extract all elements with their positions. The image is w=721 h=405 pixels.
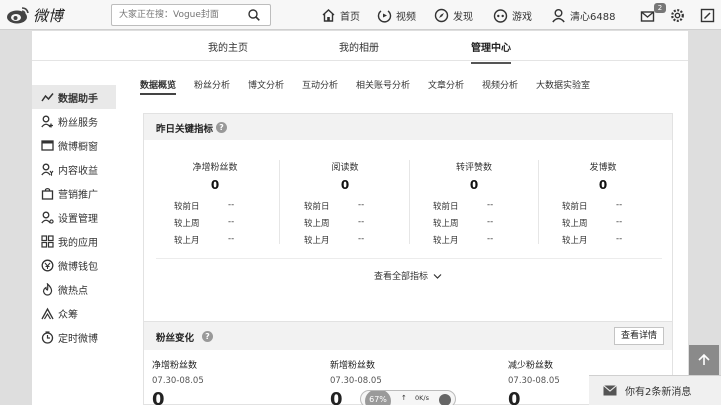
speed-rate: 0K/s [415, 394, 429, 402]
profile-subnav: 我的主页 我的相册 管理中心 [32, 31, 688, 64]
card-title: 粉丝变化 [156, 333, 195, 344]
hot-icon [42, 282, 53, 296]
search-box [111, 4, 271, 26]
tab-post-analysis[interactable]: 博文分析 [248, 78, 284, 91]
metric-engagements: 转评赞数 0 较前日 -- 较上周 -- 较上月 -- [433, 163, 494, 246]
home-icon [322, 8, 335, 22]
yesterday-metrics-card: 昨日关键指标 ? 净增粉丝数 0 较前日 -- 较上周 -- 较上月 -- 阅读数 0… [143, 113, 673, 349]
subnav-my-home[interactable]: 我的主页 [208, 39, 248, 54]
search-input[interactable] [112, 5, 242, 25]
tab-big-data-lab[interactable]: 大数据实验室 [536, 78, 590, 91]
upload-arrow: ↑ [401, 394, 407, 402]
window-icon [41, 139, 54, 151]
clock-icon [41, 330, 54, 344]
divider [156, 258, 662, 259]
weibo-logo[interactable]: 微博 [6, 4, 63, 26]
compose-icon [700, 8, 715, 22]
crowd-icon [41, 307, 54, 319]
user-icon [552, 8, 565, 22]
top-navigation-bar: 微博 首页 视频 发现 游戏 清心6488 2 [0, 0, 721, 30]
accelerate-ball-icon [439, 394, 451, 405]
metric-reads: 阅读数 0 较前日 -- 较上周 -- 较上月 -- [304, 163, 365, 246]
tab-article-analysis[interactable]: 文章分析 [428, 78, 464, 91]
video-icon [377, 9, 392, 22]
nav-discover[interactable]: 发现 [434, 6, 473, 24]
new-message-notification[interactable]: 你有2条新消息 [589, 375, 721, 405]
nav-compose[interactable] [700, 6, 715, 24]
view-details-button[interactable]: 查看详情 [614, 327, 664, 345]
tab-interaction-analysis[interactable]: 互动分析 [302, 78, 338, 91]
network-speed-widget[interactable]: 67% ↑ 0K/s [360, 390, 456, 405]
weibo-logo-icon [7, 7, 29, 24]
search-icon[interactable] [248, 9, 260, 21]
card-title: 昨日关键指标 [156, 124, 214, 135]
game-icon [493, 8, 508, 23]
compass-icon [434, 8, 449, 22]
wallet-icon [41, 259, 54, 271]
management-sidebar: 数据助手 粉丝服务 微博橱窗 内容收益 营销推广 设置管理 我的应用 微博钱包 … [32, 69, 116, 369]
tab-fan-analysis[interactable]: 粉丝分析 [194, 78, 230, 91]
see-all-metrics-link[interactable]: 查看全部指标 [144, 269, 672, 282]
subnav-management-center[interactable]: 管理中心 [471, 39, 511, 64]
fan-lost-column: 减少粉丝数 07.30-08.05 0 [508, 361, 560, 405]
nav-video[interactable]: 视频 [377, 6, 416, 24]
analysis-tabs: 数据概览 粉丝分析 博文分析 互动分析 相关账号分析 文章分析 视频分析 大数据… [125, 69, 688, 97]
envelope-icon [603, 385, 617, 396]
nav-home[interactable]: 首页 [321, 6, 360, 24]
sidebar-item-weibo-showcase[interactable]: 微博橱窗 [32, 133, 116, 157]
nav-messages[interactable] [640, 6, 655, 24]
sidebar-item-marketing[interactable]: 营销推广 [32, 181, 116, 205]
subnav-my-album[interactable]: 我的相册 [339, 39, 379, 54]
card-header: 粉丝变化 ? 查看详情 [144, 322, 672, 350]
metric-posts: 发博数 0 较前日 -- 较上周 -- 较上月 -- [562, 163, 623, 246]
gear-icon [671, 8, 684, 22]
envelope-icon [640, 10, 655, 22]
memory-percent: 67% [365, 391, 391, 405]
back-to-top-button[interactable] [689, 345, 719, 375]
sidebar-item-my-apps[interactable]: 我的应用 [32, 229, 116, 253]
sidebar-item-scheduled-weibo[interactable]: 定时微博 [32, 325, 116, 349]
sidebar-item-crowdfunding[interactable]: 众筹 [32, 301, 116, 325]
grid-icon [41, 234, 54, 248]
tab-data-overview[interactable]: 数据概览 [140, 78, 177, 95]
help-icon[interactable]: ? [216, 122, 227, 133]
sidebar-item-content-revenue[interactable]: 内容收益 [32, 157, 116, 181]
trend-icon [41, 92, 54, 101]
tab-video-analysis[interactable]: 视频分析 [482, 78, 518, 91]
sidebar-item-data-assistant[interactable]: 数据助手 [32, 85, 116, 109]
help-icon[interactable]: ? [202, 331, 213, 342]
bag-icon [41, 187, 54, 200]
nav-game[interactable]: 游戏 [493, 6, 532, 24]
sidebar-item-weibo-wallet[interactable]: 微博钱包 [32, 253, 116, 277]
user-gear-icon [41, 211, 54, 224]
fan-net-column: 净增粉丝数 07.30-08.05 0 [152, 361, 204, 405]
chevron-down-icon [433, 274, 442, 279]
user-plus-icon [41, 115, 53, 127]
nav-settings[interactable] [670, 6, 685, 24]
data-overview-content: 数据概览 粉丝分析 博文分析 互动分析 相关账号分析 文章分析 视频分析 大数据… [125, 69, 688, 405]
user-yen-icon [41, 163, 54, 176]
arrow-up-icon [698, 353, 710, 365]
metric-net-fans: 净增粉丝数 0 较前日 -- 较上周 -- 较上月 -- [174, 163, 238, 246]
sidebar-item-hot-topics[interactable]: 微热点 [32, 277, 116, 301]
nav-user[interactable]: 清心6488 [551, 6, 615, 24]
tab-related-account-analysis[interactable]: 相关账号分析 [356, 78, 410, 91]
logo-text: 微博 [33, 6, 64, 25]
message-count-badge: 2 [654, 3, 666, 13]
card-header: 昨日关键指标 ? [144, 114, 672, 140]
sidebar-item-settings[interactable]: 设置管理 [32, 205, 116, 229]
sidebar-item-fan-service[interactable]: 粉丝服务 [32, 109, 116, 133]
